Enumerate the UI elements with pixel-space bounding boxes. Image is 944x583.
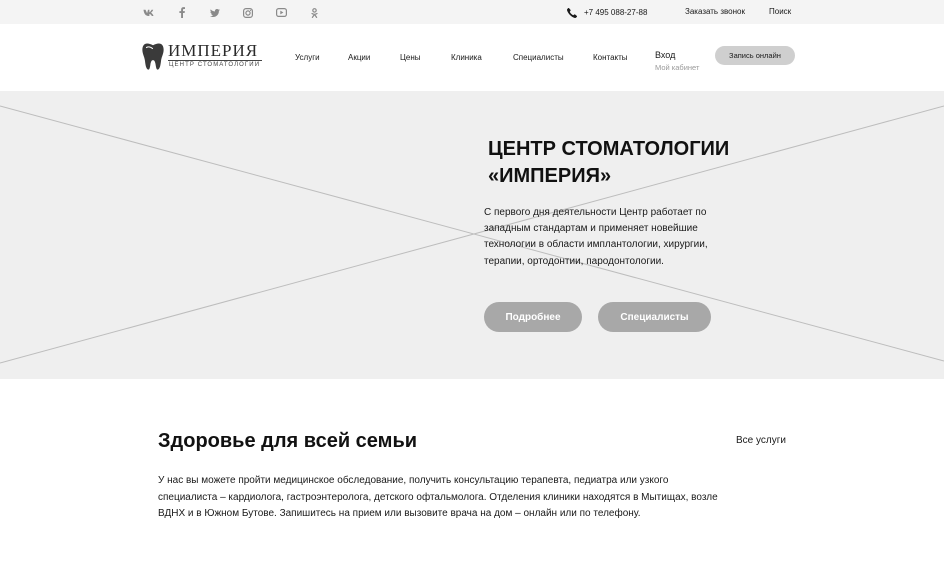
phone-icon — [567, 7, 577, 18]
phone-link[interactable]: +7 495 088-27-88 — [567, 6, 647, 19]
facebook-icon[interactable] — [176, 7, 188, 18]
image-placeholder — [0, 105, 944, 364]
youtube-icon[interactable] — [275, 7, 287, 18]
login-title: Вход — [655, 50, 676, 60]
nav-spetsialisty[interactable]: Специалисты — [513, 53, 564, 62]
logo-title: ИМПЕРИЯ — [168, 41, 259, 60]
instagram-icon[interactable] — [242, 7, 254, 18]
more-button[interactable]: Подробнее — [484, 302, 582, 332]
book-online-button[interactable]: Запись онлайн — [715, 46, 795, 65]
logo-divider — [168, 60, 262, 61]
login-subtitle: Мой кабинет — [655, 63, 700, 72]
hero-banner: ЦЕНТР СТОМАТОЛОГИИ «ИМПЕРИЯ» С первого д… — [0, 91, 944, 379]
section-title: Здоровье для всей семьи — [158, 430, 418, 452]
specialists-button[interactable]: Специалисты — [598, 302, 711, 332]
logo-subtitle: ЦЕНТР СТОМАТОЛОГИИ — [169, 62, 261, 68]
hero-title: ЦЕНТР СТОМАТОЛОГИИ «ИМПЕРИЯ» — [488, 136, 729, 190]
login-link[interactable]: Вход Мой кабинет — [655, 50, 699, 72]
hero-description: С первого дня деятельности Центр работае… — [484, 207, 708, 267]
nav-kontakty[interactable]: Контакты — [593, 53, 628, 62]
phone-number: +7 495 088-27-88 — [584, 8, 648, 17]
section-text: У нас вы можете пройти медицинское обсле… — [158, 475, 718, 519]
logo[interactable]: ИМПЕРИЯ ЦЕНТР СТОМАТОЛОГИИ — [142, 41, 264, 72]
top-bar: +7 495 088-27-88 Заказать звонок Поиск — [0, 0, 944, 24]
odnoklassniki-icon[interactable] — [308, 7, 320, 18]
nav-tseny[interactable]: Цены — [400, 53, 421, 62]
nav-klinika[interactable]: Клиника — [451, 53, 482, 62]
nav-uslugi[interactable]: Услуги — [295, 53, 320, 62]
all-services-link[interactable]: Все услуги — [736, 435, 786, 446]
hero-title-line-2: «ИМПЕРИЯ» — [488, 165, 612, 187]
hero-title-line-1: ЦЕНТР СТОМАТОЛОГИИ — [488, 138, 730, 160]
vk-icon[interactable] — [143, 7, 155, 18]
search-link[interactable]: Поиск — [769, 7, 791, 16]
twitter-icon[interactable] — [209, 7, 221, 18]
nav-aktsii[interactable]: Акции — [348, 53, 370, 62]
header: ИМПЕРИЯ ЦЕНТР СТОМАТОЛОГИИ Услуги Акции … — [0, 24, 944, 91]
callback-link[interactable]: Заказать звонок — [685, 7, 745, 16]
tooth-icon — [142, 43, 164, 70]
